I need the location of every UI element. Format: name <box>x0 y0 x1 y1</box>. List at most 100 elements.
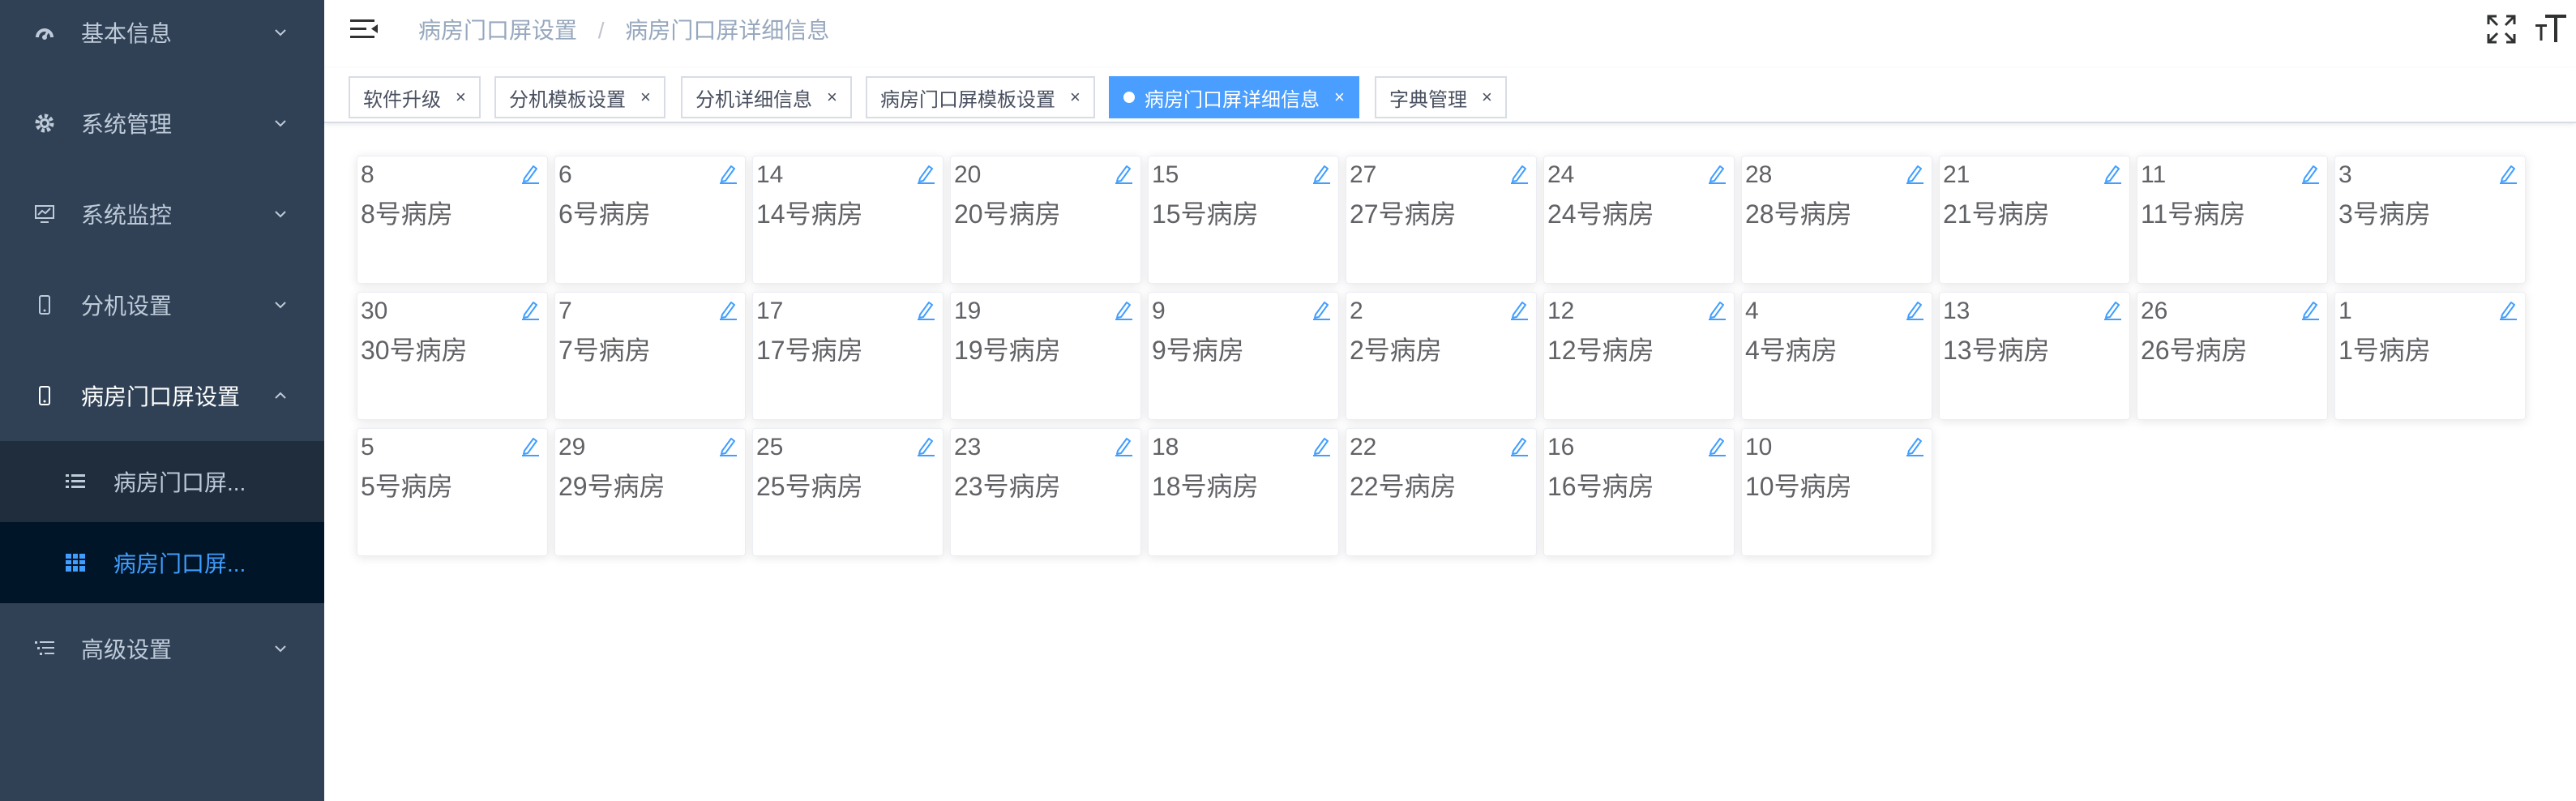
edit-icon[interactable] <box>1904 299 1925 320</box>
ward-card[interactable]: 4 4号病房 <box>1741 292 1932 420</box>
edit-icon[interactable] <box>1508 299 1530 320</box>
edit-icon[interactable] <box>1113 435 1134 456</box>
edit-icon[interactable] <box>1706 299 1727 320</box>
edit-icon[interactable] <box>2497 299 2518 320</box>
sidebar-item-advanced-settings[interactable]: 高级设置 <box>0 603 324 694</box>
ward-card[interactable]: 8 8号病房 <box>357 156 548 284</box>
edit-icon[interactable] <box>2497 163 2518 184</box>
ward-number: 29 <box>558 434 586 460</box>
close-icon[interactable]: × <box>640 87 651 108</box>
ward-card[interactable]: 20 20号病房 <box>950 156 1141 284</box>
tag-software-upgrade[interactable]: 软件升级 × <box>349 76 481 118</box>
edit-icon[interactable] <box>915 163 936 184</box>
edit-icon[interactable] <box>1508 163 1530 184</box>
edit-icon[interactable] <box>1311 435 1332 456</box>
ward-card[interactable]: 30 30号病房 <box>357 292 548 420</box>
edit-icon[interactable] <box>2102 299 2123 320</box>
fullscreen-icon[interactable] <box>2484 11 2519 47</box>
sidebar-item-system-management[interactable]: 系统管理 <box>0 78 324 169</box>
breadcrumb-item[interactable]: 病房门口屏设置 <box>418 18 577 43</box>
edit-icon[interactable] <box>717 435 738 456</box>
close-icon[interactable]: × <box>827 87 837 108</box>
edit-icon[interactable] <box>1706 435 1727 456</box>
ward-card[interactable]: 13 13号病房 <box>1939 292 2130 420</box>
tag-ward-door-screen-detail[interactable]: 病房门口屏详细信息 × <box>1109 76 1359 118</box>
ward-name: 12号病房 <box>1547 336 1654 365</box>
edit-icon[interactable] <box>520 435 541 456</box>
ward-card[interactable]: 17 17号病房 <box>752 292 944 420</box>
ward-card[interactable]: 21 21号病房 <box>1939 156 2130 284</box>
submenu-item-label: 病房门口屏... <box>113 470 246 495</box>
ward-number: 16 <box>1547 434 1575 460</box>
breadcrumb-separator: / <box>597 18 605 43</box>
ward-card[interactable]: 29 29号病房 <box>554 428 746 556</box>
ward-name: 1号病房 <box>2339 336 2431 365</box>
ward-card[interactable]: 27 27号病房 <box>1346 156 1537 284</box>
close-icon[interactable]: × <box>1070 87 1080 108</box>
ward-card[interactable]: 23 23号病房 <box>950 428 1141 556</box>
tag-extension-template[interactable]: 分机模板设置 × <box>494 76 665 118</box>
chevron-down-icon <box>275 29 286 36</box>
tag-dictionary-management[interactable]: 字典管理 × <box>1375 76 1507 118</box>
ward-card[interactable]: 16 16号病房 <box>1543 428 1735 556</box>
ward-card[interactable]: 11 11号病房 <box>2137 156 2328 284</box>
ward-card[interactable]: 5 5号病房 <box>357 428 548 556</box>
sidebar-item-label: 系统管理 <box>81 112 173 137</box>
ward-name: 14号病房 <box>756 199 863 229</box>
edit-icon[interactable] <box>520 163 541 184</box>
ward-card[interactable]: 14 14号病房 <box>752 156 944 284</box>
edit-icon[interactable] <box>1508 435 1530 456</box>
ward-number: 7 <box>558 298 572 324</box>
edit-icon[interactable] <box>1113 163 1134 184</box>
ward-card[interactable]: 12 12号病房 <box>1543 292 1735 420</box>
edit-icon[interactable] <box>915 435 936 456</box>
ward-number: 17 <box>756 298 784 324</box>
font-size-icon[interactable] <box>2534 11 2570 47</box>
close-icon[interactable]: × <box>456 87 466 108</box>
ward-card[interactable]: 6 6号病房 <box>554 156 746 284</box>
sidebar-item-system-monitor[interactable]: 系统监控 <box>0 169 324 259</box>
tag-ward-door-screen-template[interactable]: 病房门口屏模板设置 × <box>866 76 1095 118</box>
ward-card[interactable]: 7 7号病房 <box>554 292 746 420</box>
sidebar-item-ward-door-screen-settings[interactable]: 病房门口屏设置 <box>0 350 324 441</box>
edit-icon[interactable] <box>2300 163 2321 184</box>
ward-card[interactable]: 18 18号病房 <box>1148 428 1339 556</box>
sidebar-item-extension-settings[interactable]: 分机设置 <box>0 259 324 350</box>
submenu-item-ward-door-screen-template[interactable]: 病房门口屏... <box>0 441 324 522</box>
edit-icon[interactable] <box>1113 299 1134 320</box>
ward-number: 12 <box>1547 298 1575 324</box>
ward-card[interactable]: 28 28号病房 <box>1741 156 1932 284</box>
edit-icon[interactable] <box>915 299 936 320</box>
close-icon[interactable]: × <box>1334 87 1345 108</box>
submenu-item-ward-door-screen-detail[interactable]: 病房门口屏... <box>0 522 324 603</box>
tag-label: 分机模板设置 <box>509 88 626 111</box>
edit-icon[interactable] <box>717 299 738 320</box>
edit-icon[interactable] <box>1311 299 1332 320</box>
edit-icon[interactable] <box>1904 435 1925 456</box>
ward-card[interactable]: 26 26号病房 <box>2137 292 2328 420</box>
ward-card[interactable]: 3 3号病房 <box>2334 156 2526 284</box>
ward-card[interactable]: 19 19号病房 <box>950 292 1141 420</box>
tag-label: 软件升级 <box>363 88 441 111</box>
edit-icon[interactable] <box>1706 163 1727 184</box>
ward-card[interactable]: 24 24号病房 <box>1543 156 1735 284</box>
sidebar-item-basic-info[interactable]: 基本信息 <box>0 0 324 78</box>
close-icon[interactable]: × <box>1482 87 1492 108</box>
edit-icon[interactable] <box>2300 299 2321 320</box>
ward-card[interactable]: 2 2号病房 <box>1346 292 1537 420</box>
ward-card[interactable]: 10 10号病房 <box>1741 428 1932 556</box>
tag-label: 字典管理 <box>1389 88 1467 111</box>
menu-fold-icon[interactable] <box>349 15 381 47</box>
tag-extension-detail[interactable]: 分机详细信息 × <box>681 76 852 118</box>
edit-icon[interactable] <box>1311 163 1332 184</box>
ward-card[interactable]: 22 22号病房 <box>1346 428 1537 556</box>
ward-card[interactable]: 1 1号病房 <box>2334 292 2526 420</box>
edit-icon[interactable] <box>520 299 541 320</box>
ward-card[interactable]: 15 15号病房 <box>1148 156 1339 284</box>
edit-icon[interactable] <box>717 163 738 184</box>
ward-card[interactable]: 25 25号病房 <box>752 428 944 556</box>
edit-icon[interactable] <box>2102 163 2123 184</box>
ward-name: 16号病房 <box>1547 472 1654 501</box>
ward-card[interactable]: 9 9号病房 <box>1148 292 1339 420</box>
edit-icon[interactable] <box>1904 163 1925 184</box>
